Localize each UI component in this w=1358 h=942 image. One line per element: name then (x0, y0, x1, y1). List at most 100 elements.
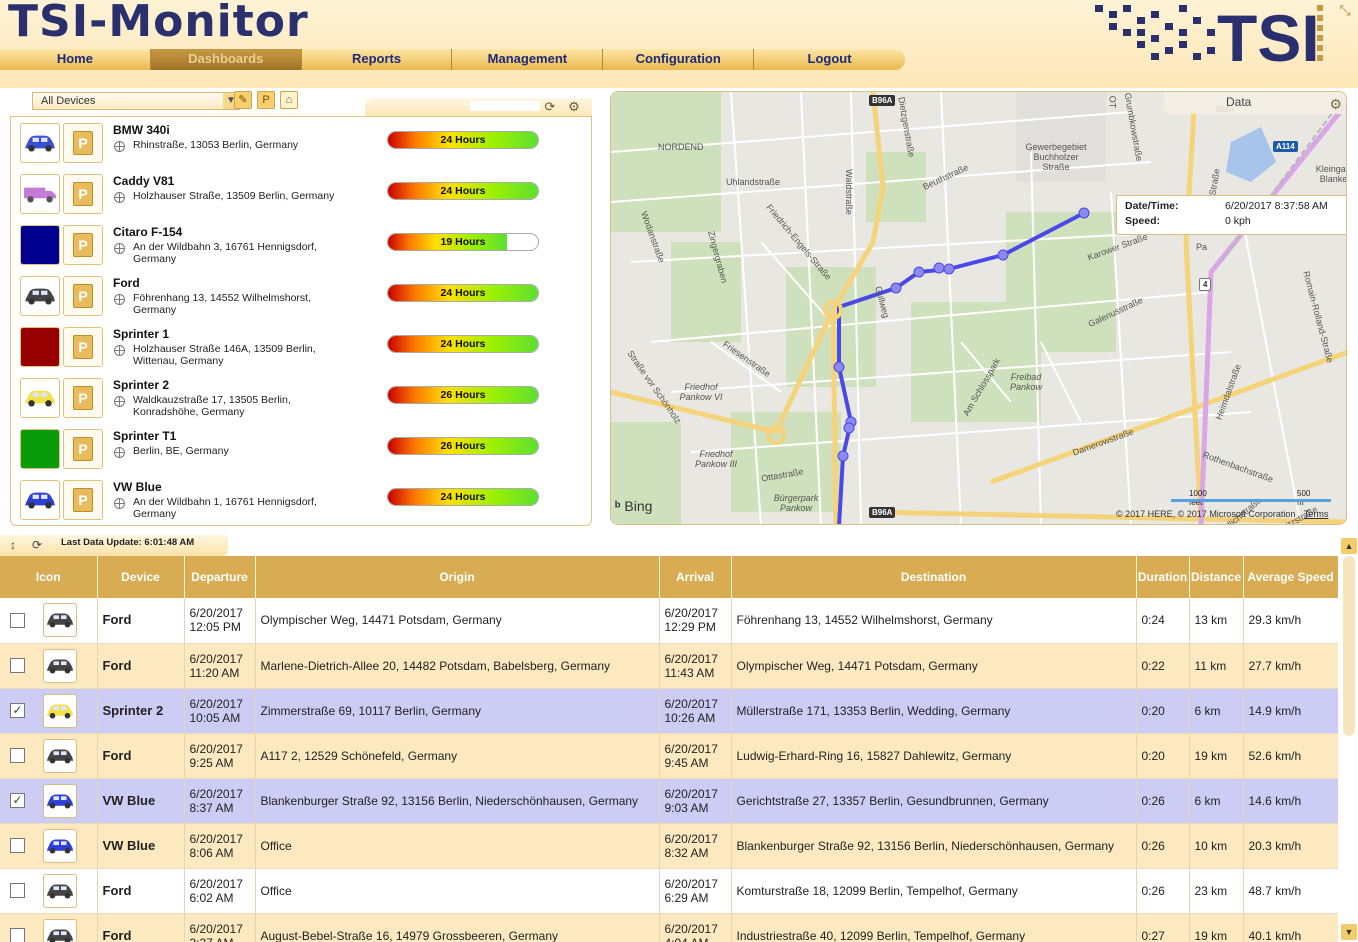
trip-departure: 6/20/20173:37 AM (184, 913, 256, 942)
device-filter-select[interactable]: All Devices ▼ (32, 92, 240, 110)
sort-icon[interactable]: ↕ (4, 538, 22, 554)
device-panel: All Devices ▼ ✎ P ⌂ ⟳ ⚙ P BMW 340i Rhinstr… (10, 88, 592, 526)
row-checkbox[interactable] (10, 658, 25, 673)
device-list-item[interactable]: P Ford Föhrenhang 13, 14552 Wilhelmshorst,… (11, 276, 591, 327)
scroll-up-icon[interactable]: ▲ (1341, 538, 1357, 554)
device-list-item[interactable]: P Sprinter 2 Waldkauzstraße 17, 13505 Berl… (11, 378, 591, 429)
nav-reports[interactable]: Reports (302, 49, 453, 70)
trip-duration: 0:20 (1136, 733, 1190, 779)
trip-device: Ford (97, 643, 185, 689)
nav-home[interactable]: Home (0, 49, 151, 70)
row-checkbox[interactable] (10, 838, 25, 853)
trip-origin: Office (255, 823, 660, 869)
row-checkbox[interactable] (10, 928, 25, 942)
color-swatch-icon[interactable] (20, 429, 60, 469)
col-device[interactable]: Device (97, 556, 185, 598)
parking-icon[interactable]: P (63, 123, 103, 163)
table-row[interactable]: Ford 6/20/2017 12:05 PM Olympischer Weg, 14… (0, 598, 1338, 644)
scroll-down-icon[interactable]: ▼ (1341, 924, 1357, 940)
trip-departure: 6/20/2017 10:05 AM (184, 688, 256, 734)
hours-label: 26 Hours (440, 440, 486, 452)
map-view[interactable]: NORDEND Uhlandstraße Waldstraße Dietzgenstr… (610, 91, 1347, 525)
col-icon[interactable]: Icon (0, 556, 98, 598)
device-name: Ford (113, 276, 140, 290)
trip-origin: Office (255, 868, 660, 914)
device-list-item[interactable]: P Sprinter T1 Berlin, BE, Germany 26 Hours (11, 429, 591, 480)
table-row[interactable]: Ford6/20/20173:37 AMAugust-Bebel-Straße … (0, 913, 1338, 942)
parking-icon[interactable]: P (63, 480, 103, 520)
table-row[interactable]: Ford 6/20/2017 11:20 AM Marlene-Dietrich-Al… (0, 643, 1338, 689)
parking-icon[interactable]: P (63, 276, 103, 316)
trip-average-speed: 14.6 km/h (1243, 778, 1338, 824)
table-row[interactable]: VW Blue 6/20/2017 8:06 AM Office 6/20/2017 8:… (0, 823, 1338, 869)
col-distance[interactable]: Distance (1189, 556, 1244, 598)
parking-icon[interactable]: P (63, 378, 103, 418)
parking-icon[interactable]: P (63, 327, 103, 367)
scroll-thumb[interactable] (1343, 556, 1355, 736)
hours-label: 24 Hours (440, 134, 486, 146)
device-address: An der Wildbahn 1, 16761 Hennigsdorf, Ge… (133, 496, 317, 520)
home-icon[interactable]: ⌂ (280, 91, 298, 109)
table-row[interactable]: Ford 6/20/2017 9:25 AM A117 2, 12529 Schöne… (0, 733, 1338, 779)
nav-configuration[interactable]: Configuration (603, 49, 755, 70)
trip-departure: 6/20/2017 6:02 AM (184, 868, 256, 914)
color-swatch-icon[interactable] (20, 327, 60, 367)
row-checkbox[interactable] (10, 612, 25, 628)
hours-progress-bar: 24 Hours (387, 131, 539, 149)
trip-average-speed: 20.3 km/h (1243, 823, 1338, 869)
parking-icon[interactable]: P (63, 225, 103, 265)
device-list-item[interactable]: P Citaro F-154 An der Wildbahn 3, 16761 He… (11, 225, 591, 276)
trips-scrollbar[interactable]: ▲ ▼ (1340, 536, 1358, 942)
car-icon[interactable] (20, 123, 60, 163)
table-row[interactable]: Ford 6/20/2017 6:02 AM Office 6/20/2017 6:29 … (0, 868, 1338, 914)
trip-origin: A117 2, 12529 Schönefeld, Germany (255, 733, 660, 779)
col-origin[interactable]: Origin (255, 556, 660, 598)
trip-average-speed: 29.3 km/h (1243, 598, 1338, 644)
nav-logout[interactable]: Logout (754, 49, 905, 70)
trip-origin: Olympischer Weg, 14471 Potsdam, Germany (255, 598, 660, 644)
trip-device: Ford (97, 733, 185, 779)
table-row[interactable]: ✓ VW Blue 6/20/2017 8:37 AM Blankenburger St… (0, 778, 1338, 824)
row-checkbox[interactable] (10, 748, 25, 763)
col-average-speed[interactable]: Average Speed (1243, 556, 1338, 598)
device-panel-tab: ⟳ ⚙ (365, 98, 592, 116)
device-list-item[interactable]: P BMW 340i Rhinstraße, 13053 Berlin, Germa… (11, 123, 591, 174)
device-list-item[interactable]: P Sprinter 1 Holzhauser Straße 146A, 13509… (11, 327, 591, 378)
col-duration[interactable]: Duration (1136, 556, 1190, 598)
device-address: Holzhauser Straße 146A, 13509 Berlin, Wi… (133, 343, 316, 367)
nav-dashboards[interactable]: Dashboards (150, 49, 302, 70)
truck-icon[interactable] (20, 174, 60, 214)
globe-icon (114, 345, 125, 356)
tools-icon[interactable]: ✎ (234, 91, 252, 109)
fullscreen-icon[interactable]: ⤡ (1336, 2, 1354, 20)
col-departure[interactable]: Departure (184, 556, 256, 598)
map-data-tab[interactable]: Data ⚙ (1164, 92, 1346, 114)
hours-progress-bar: 24 Hours (387, 335, 539, 353)
row-checkbox[interactable]: ✓ (10, 793, 25, 808)
trip-arrival: 6/20/20174:04 AM (659, 913, 732, 942)
nav-management[interactable]: Management (452, 49, 604, 70)
gear-icon[interactable]: ⚙ (1329, 94, 1342, 114)
car-icon[interactable] (20, 276, 60, 316)
parking-icon[interactable]: P (257, 91, 275, 109)
refresh-icon[interactable]: ⟳ (541, 99, 559, 115)
parking-icon[interactable]: P (63, 429, 103, 469)
device-list-item[interactable]: P Caddy V81 Holzhauser Straße, 13509 Berli… (11, 174, 591, 225)
row-checkbox[interactable] (10, 883, 25, 898)
trip-average-speed: 14.9 km/h (1243, 688, 1338, 734)
car-icon[interactable] (20, 378, 60, 418)
col-destination[interactable]: Destination (731, 556, 1137, 598)
col-arrival[interactable]: Arrival (659, 556, 732, 598)
color-swatch-icon[interactable] (20, 225, 60, 265)
refresh-icon[interactable]: ⟳ (28, 538, 46, 554)
terms-link[interactable]: Terms (1304, 509, 1329, 519)
car-icon[interactable] (20, 480, 60, 520)
parking-icon[interactable]: P (63, 174, 103, 214)
trip-duration: 0:22 (1136, 643, 1190, 689)
map-label: Pa (1196, 242, 1208, 252)
table-row[interactable]: ✓ Sprinter 2 6/20/2017 10:05 AM Zimmerstraße… (0, 688, 1338, 734)
row-checkbox[interactable]: ✓ (10, 703, 25, 718)
device-list-item[interactable]: P VW Blue An der Wildbahn 1, 16761 Hennigs… (11, 480, 591, 531)
gear-icon[interactable]: ⚙ (565, 99, 583, 115)
map-label: Gewerbegebiet Buchholzer Straße (1025, 142, 1087, 172)
